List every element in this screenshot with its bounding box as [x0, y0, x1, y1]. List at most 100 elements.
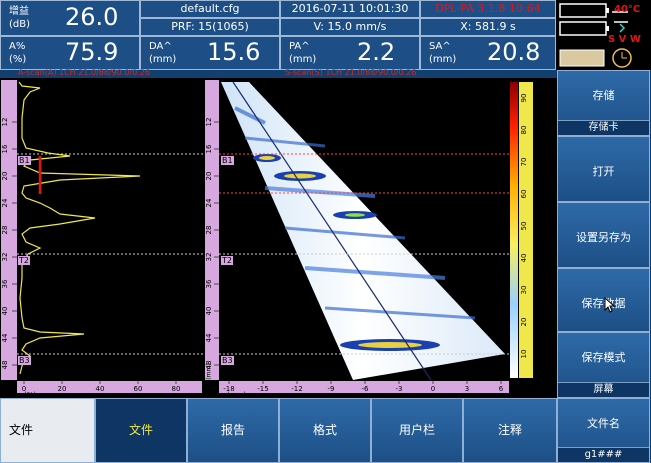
store-label: 存储: [592, 89, 615, 102]
save-mode-label: 保存模式: [581, 351, 626, 364]
colorbar-tick: 20: [520, 318, 528, 327]
gain-unit: (dB): [9, 19, 31, 30]
tab-file[interactable]: 文件: [95, 398, 187, 463]
scan-status-strip: A-scan(A) 1CH 21.0/88/90.0/0.26 S-scan(S…: [0, 68, 556, 78]
tab-user-label: 用户栏: [398, 423, 435, 437]
color-bar: [510, 82, 518, 378]
usb-icon: [619, 23, 626, 33]
amp-value: 75.9: [65, 38, 119, 66]
ascan-depth-tick: 12: [1, 118, 9, 127]
xpos-cell: X: 581.9 s: [420, 18, 556, 36]
sa-cell[interactable]: SA^ (mm) 20.8: [420, 36, 556, 70]
sscan-gate-b3: B3: [221, 356, 234, 365]
filename-sub: g1###: [558, 447, 649, 462]
amp-cell[interactable]: A% (%) 75.9: [0, 36, 140, 70]
sscan-depth-tick: 24: [205, 198, 213, 207]
velocity-cell[interactable]: V: 15.0 mm/s: [280, 18, 420, 36]
ascan-depth-tick: 24: [1, 198, 9, 207]
sscan-depth-tick: 32: [205, 253, 213, 262]
x-position: X: 581.9 s: [460, 20, 516, 33]
store-button[interactable]: 存储 存储卡: [557, 70, 650, 136]
ascan-plot: 1216202428323640444852 0 20 40 60 80: [1, 80, 205, 396]
ascan-amp-tick: 20: [58, 385, 67, 393]
tab-format[interactable]: 格式: [279, 398, 371, 463]
sscan-x-tick: 0: [431, 385, 435, 393]
filename-label: 文件名: [587, 417, 620, 430]
ascan-gate-b3: B3: [18, 356, 31, 365]
mouse-cursor-icon: [604, 297, 616, 313]
ascan-amp-tick: 40: [96, 385, 105, 393]
da-unit: (mm): [149, 54, 177, 65]
sscan-gate-t2: T2: [221, 256, 233, 265]
save-mode-sub: 屏幕: [558, 382, 649, 397]
config-file: default.cfg: [180, 2, 240, 15]
open-button[interactable]: 打开: [557, 136, 650, 202]
ascan-amp-tick: 80: [172, 385, 181, 393]
battery-icon-1: [559, 3, 607, 18]
datetime: 2016-07-11 10:01:30: [291, 2, 409, 15]
sa-unit: (mm): [429, 54, 457, 65]
colorbar-tick: 40: [520, 254, 528, 263]
version-cell: DPL-PA 3.1.8 10:64: [420, 0, 556, 18]
save-as-button[interactable]: 设置另存为: [557, 202, 650, 268]
sscan-depth-tick: 36: [205, 279, 213, 288]
prf-value: PRF: 15(1065): [171, 20, 249, 33]
tab-home[interactable]: 文件: [0, 398, 95, 463]
tab-report-label: 报告: [220, 423, 245, 437]
ascan-depth-tick: 44: [1, 333, 9, 342]
tab-note[interactable]: 注释: [463, 398, 557, 463]
version-text: DPL-PA 3.1.8 10:64: [435, 2, 541, 15]
ascan-depth-tick: 40: [1, 307, 9, 316]
sa-value: 20.8: [487, 38, 541, 66]
da-cell[interactable]: DA^ (mm) 15.6: [140, 36, 280, 70]
filename-button[interactable]: 文件名 g1###: [557, 398, 650, 463]
colorbar-tick: 30: [520, 286, 528, 295]
ascan-gate-b1: B1: [18, 156, 31, 165]
temperature: 40°C: [614, 4, 641, 15]
file-cell[interactable]: default.cfg: [140, 0, 280, 18]
ascan-depth-tick: 48: [1, 361, 9, 370]
sscan-x-tick: -6: [362, 385, 370, 393]
sscan-status: S-scan(S) 1CH 21.0/88/90.0/0.26: [285, 68, 417, 77]
sscan-x-tick: 3: [465, 385, 469, 393]
pa-cell[interactable]: PA^ (mm) 2.2: [280, 36, 420, 70]
gain-value: 26.0: [65, 3, 119, 31]
sa-label: SA^: [429, 41, 451, 52]
gain-cell[interactable]: 增益 (dB) 26.0: [0, 0, 140, 36]
amp-unit: (%): [9, 54, 27, 65]
sscan-x-tick: -9: [328, 385, 335, 393]
status-icons: 40°C S V W: [556, 0, 651, 70]
tab-user[interactable]: 用户栏: [371, 398, 463, 463]
store-sub: 存储卡: [558, 120, 649, 135]
sscan-gate-b1: B1: [221, 156, 234, 165]
sscan-plot: 12162024283236404448 -18 -15 -12 -9 -6 -3 0 3 6: [205, 80, 533, 393]
colorbar-tick: 50: [520, 222, 528, 231]
prf-cell[interactable]: PRF: 15(1065): [140, 18, 280, 36]
ascan-depth-tick: 32: [1, 253, 9, 262]
ascan-panel[interactable]: 12 16 20 24 28 32 36 40 44 48 52 0 20 40 60 80 B1 T2 B…: [0, 78, 205, 399]
sscan-depth-tick: 44: [205, 333, 213, 342]
sscan-x-tick: -12: [291, 385, 302, 393]
da-value: 15.6: [207, 38, 261, 66]
colorbar-tick: 70: [520, 158, 528, 167]
colorbar-tick: 90: [520, 94, 528, 103]
ascan-waveform: [18, 81, 141, 375]
sscan-x-tick: 6: [499, 385, 504, 393]
battery-icon-2: [559, 21, 607, 36]
sscan-panel[interactable]: 12 16 20 24 28 32 36 40 44 48 -18 -15 -12 -9 -6 -3 0 3 6: [205, 78, 557, 399]
sscan-x-tick: -3: [396, 385, 403, 393]
ascan-depth-tick: 28: [1, 226, 9, 235]
pa-value: 2.2: [357, 38, 396, 66]
sscan-cursor: [232, 81, 432, 381]
sscan-depth-tick: 28: [205, 226, 213, 235]
colorbar-tick: 80: [520, 126, 528, 135]
tab-file-label: 文件: [128, 423, 153, 437]
save-mode-button[interactable]: 保存模式 屏幕: [557, 332, 650, 398]
datetime-cell: 2016-07-11 10:01:30: [280, 0, 420, 18]
sscan-depth-tick: 20: [205, 172, 213, 181]
tab-report[interactable]: 报告: [187, 398, 279, 463]
save-data-button[interactable]: 保存数据: [557, 268, 650, 332]
ascan-gate-t2: T2: [18, 256, 30, 265]
amp-label: A%: [9, 41, 26, 52]
sscan-depth-tick: 40: [205, 307, 213, 316]
